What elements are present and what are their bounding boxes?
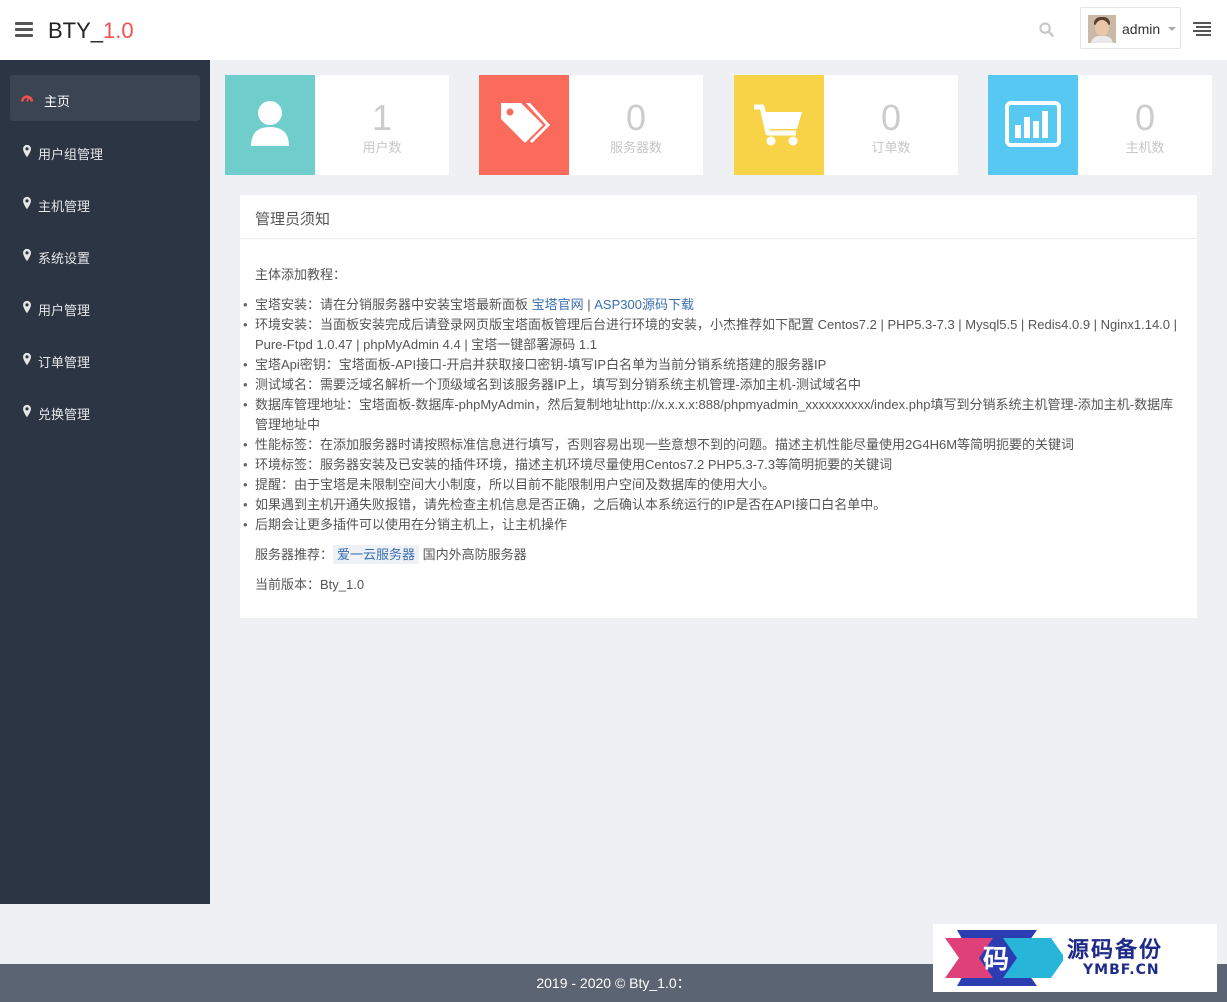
user-name: admin [1122,21,1161,37]
user-dropdown[interactable]: admin [1080,7,1181,49]
list-item: 测试域名：需要泛域名解析一个顶级域名到该服务器IP上，填写到分销系统主机管理-添… [243,375,1185,395]
watermark-title: 源码备份 [1067,937,1164,963]
list-item: 提醒：由于宝塔是未限制空间大小制度，所以目前不能限制用户空间及数据库的使用大小。 [243,475,1185,495]
stat-icon-box [225,75,315,175]
recommend-tag-link[interactable]: 爱一云服务器 [333,545,420,564]
list-item: 后期会让更多插件可以使用在分销主机上，让主机操作 [243,515,1185,535]
sidebar-item-label: 主页 [44,94,71,109]
sidebar-item-hosts[interactable]: 主机管理 [10,180,200,226]
map-marker-icon [23,196,31,210]
sidebar-item-orders[interactable]: 订单管理 [10,336,200,382]
sidebar: 主页 用户组管理 主机管理 系统设置 用户管理 订单管理 兑换管理 [0,60,210,904]
chevron-down-icon [1168,27,1176,31]
recommend-prefix: 服务器推荐： [255,547,334,562]
list-item: 如果遇到主机开通失败报错，请先检查主机信息是否正确，之后确认本系统运行的IP是否… [243,495,1185,515]
footer-text: 2019 - 2020 © Bty_1.0： [536,975,691,991]
admin-notice-panel: 管理员须知 主体添加教程： 宝塔安装：请在分销服务器中安装宝塔最新面板 宝塔官网… [240,195,1197,618]
map-marker-icon [23,144,31,158]
user-icon [251,101,289,146]
stat-icon-box [479,75,569,175]
sidebar-item-exchange[interactable]: 兑换管理 [10,388,200,434]
stat-card-users[interactable]: 1 用户数 [225,75,449,175]
map-marker-icon [23,404,31,418]
stat-value: 0 [625,97,647,138]
stat-card-servers[interactable]: 0 服务器数 [479,75,703,175]
search-icon[interactable] [1039,22,1054,37]
bt-official-link[interactable]: 宝塔官网 [532,297,584,312]
sidebar-item-user-groups[interactable]: 用户组管理 [10,128,200,174]
sidebar-item-settings[interactable]: 系统设置 [10,232,200,278]
stat-value: 0 [1134,97,1156,138]
sidebar-item-label: 订单管理 [38,355,91,370]
stat-icon-box [988,75,1078,175]
list-item: 宝塔Api密钥：宝塔面板-API接口-开启并获取接口密钥-填写IP白名单为当前分… [243,355,1185,375]
brand-version: 1.0 [103,18,134,43]
stat-label: 主机数 [1125,140,1165,155]
list-item: 数据库管理地址：宝塔面板-数据库-phpMyAdmin，然后复制地址http:/… [243,395,1185,435]
map-marker-icon [23,248,31,262]
panel-title: 管理员须知 [255,211,331,228]
sidebar-item-label: 系统设置 [38,251,91,266]
right-menu-icon[interactable] [1193,22,1211,38]
sidebar-item-label: 用户组管理 [38,147,104,162]
notice-intro: 主体添加教程： [255,267,347,282]
stat-value: 0 [880,97,902,138]
avatar [1088,15,1116,43]
notice-content: 主体添加教程： 宝塔安装：请在分销服务器中安装宝塔最新面板 宝塔官网 | ASP… [243,265,1185,595]
cart-icon [754,104,802,146]
link-separator: | [583,297,595,312]
bar-chart-icon [1005,101,1061,147]
sidebar-item-label: 兑换管理 [38,407,91,422]
current-version: 当前版本：Bty_1.0 [255,577,365,592]
stat-label: 服务器数 [609,140,662,155]
sidebar-item-users[interactable]: 用户管理 [10,284,200,330]
list-item: 环境标签：服务器安装及已安装的插件环境，描述主机环境尽量使用Centos7.2 … [243,455,1185,475]
tags-icon [501,103,550,143]
map-marker-icon [23,352,31,366]
sidebar-item-label: 主机管理 [38,199,91,214]
brand-title[interactable]: BTY_1.0 [48,18,134,44]
dashboard-icon [20,95,34,102]
stat-icon-box [734,75,824,175]
list-item: 性能标签：在添加服务器时请按照标准信息进行填写，否则容易出现一些意想不到的问题。… [243,435,1185,455]
stat-card-orders[interactable]: 0 订单数 [734,75,958,175]
stat-value: 1 [371,97,393,138]
item-text: 宝塔安装：请在分销服务器中安装宝塔最新面板 [255,297,532,312]
list-item: 环境安装：当面板安装完成后请登录网页版宝塔面板管理后台进行环境的安装，小杰推荐如… [243,315,1185,355]
brand-main: BTY_ [48,18,104,43]
watermark-subtitle: YMBF.CN [1083,962,1160,978]
sidebar-item-home[interactable]: 主页 [10,75,200,121]
top-header: BTY_1.0 admin [0,0,1227,60]
list-item: 宝塔安装：请在分销服务器中安装宝塔最新面板 宝塔官网 | ASP300源码下载 [243,295,1185,315]
recommend-suffix: 国内外高防服务器 [419,547,527,562]
stat-label: 用户数 [362,140,402,155]
divider [240,238,1197,239]
map-marker-icon [23,300,31,314]
notice-list: 宝塔安装：请在分销服务器中安装宝塔最新面板 宝塔官网 | ASP300源码下载 … [243,295,1185,535]
watermark-logo: 码 源码备份 YMBF.CN [933,924,1217,992]
server-recommendation: 服务器推荐： 爱一云服务器 国内外高防服务器 [255,545,1185,565]
stat-label: 订单数 [871,140,911,155]
sidebar-item-label: 用户管理 [38,303,91,318]
svg-text:码: 码 [983,945,1009,975]
asp300-download-link[interactable]: ASP300源码下载 [594,297,694,312]
menu-toggle-icon[interactable] [15,22,33,37]
stat-card-hosts[interactable]: 0 主机数 [988,75,1212,175]
watermark-emblem: 码 [945,930,1063,986]
